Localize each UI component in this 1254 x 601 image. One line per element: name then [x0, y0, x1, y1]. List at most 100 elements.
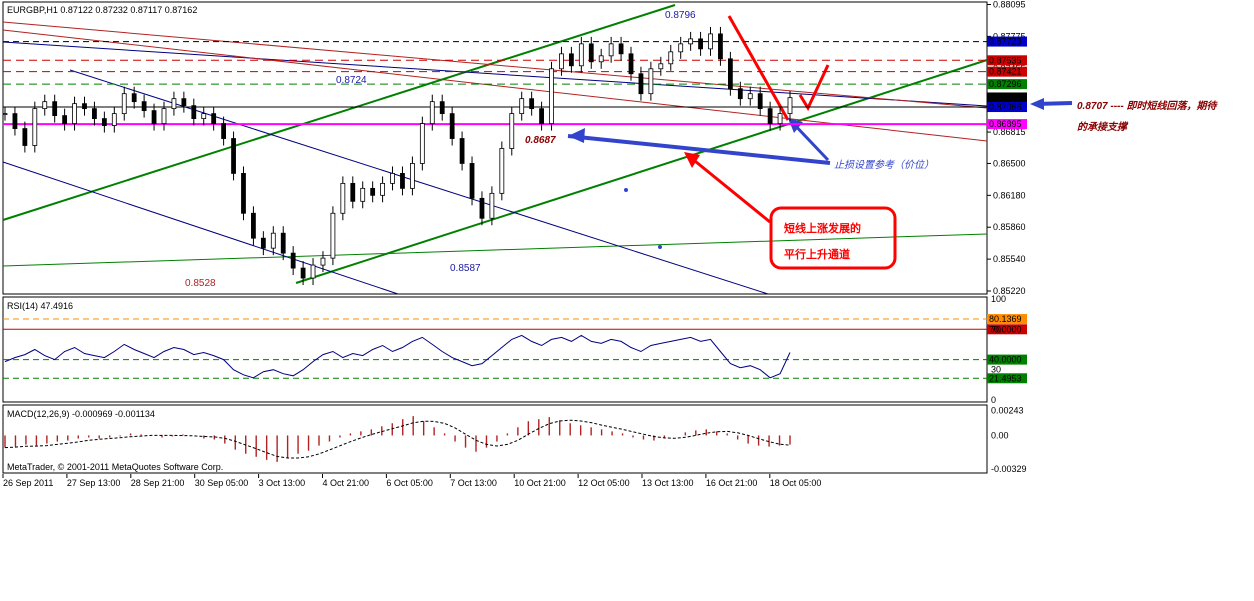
- time-tick-label: 30 Sep 05:00: [195, 478, 249, 488]
- candle-body: [449, 113, 455, 139]
- candle-body: [270, 232, 276, 249]
- candle-body: [618, 43, 624, 55]
- channel-callout-line1: 短线上涨发展的: [784, 221, 861, 235]
- channel-callout-line2: 平行上升通道: [784, 247, 850, 261]
- candle-body: [360, 187, 366, 202]
- macd-tick-label: 0.00: [991, 430, 1009, 440]
- time-tick-label: 4 Oct 21:00: [323, 478, 370, 488]
- time-tick-label: 3 Oct 13:00: [259, 478, 306, 488]
- candle-body: [400, 173, 405, 189]
- candle-body: [141, 101, 147, 112]
- symbol-header: EURGBP,H1 0.87122 0.87232 0.87117 0.8716…: [7, 5, 197, 15]
- candle-body: [489, 192, 495, 219]
- candle-body: [559, 53, 564, 70]
- candle-body: [658, 63, 664, 70]
- blue-dot-2: [658, 245, 662, 249]
- label-0.8796: 0.8796: [665, 10, 696, 21]
- time-tick-label: 7 Oct 13:00: [450, 478, 497, 488]
- candle-body: [598, 55, 604, 63]
- support-arrow-head: [1030, 98, 1044, 110]
- candle-body: [509, 113, 515, 149]
- candle-body: [42, 101, 48, 110]
- time-tick-label: 12 Oct 05:00: [578, 478, 630, 488]
- candle-body: [22, 128, 28, 146]
- support-annotation-line1: 0.8707 ---- 即时短线回落，期待: [1077, 100, 1218, 112]
- candle-body: [757, 93, 763, 110]
- candle-body: [419, 123, 425, 164]
- price-tick-label: 0.85540: [993, 254, 1026, 264]
- candle-body: [181, 98, 187, 107]
- candle-body: [429, 101, 435, 124]
- time-tick-label: 28 Sep 21:00: [131, 478, 185, 488]
- candle-body: [608, 43, 614, 57]
- copyright-text: MetaTrader, © 2001-2011 MetaQuotes Softw…: [7, 462, 223, 472]
- candle-body: [370, 187, 376, 196]
- candle-body: [479, 197, 485, 219]
- time-tick-label: 10 Oct 21:00: [514, 478, 566, 488]
- price-box-label: 0.87535: [989, 55, 1022, 65]
- candle-body: [410, 163, 415, 189]
- candle-body: [340, 182, 346, 214]
- candle-body: [131, 93, 137, 103]
- candle-body: [469, 163, 475, 199]
- candle-body: [737, 88, 743, 100]
- candle-body: [539, 108, 544, 124]
- candle-body: [499, 148, 505, 194]
- price-box-label: 0.87162: [989, 92, 1022, 102]
- candle-body: [568, 53, 574, 67]
- candle-body: [767, 108, 773, 124]
- candle-body: [459, 138, 465, 164]
- candle-body: [698, 38, 703, 50]
- price-boxes: 0.87723 0.87535 0.87421 0.87296 0.871620.870…: [987, 36, 1027, 130]
- candle-body: [588, 43, 594, 63]
- stop-loss-note: 止损设置参考（价位）: [834, 159, 934, 171]
- candle-body: [32, 108, 38, 146]
- candle-body: [668, 51, 674, 65]
- eurgbp-h1-chart: 0.880950.877750.874550.871300.868150.865…: [2, 0, 1218, 488]
- time-tick-label: 18 Oct 05:00: [770, 478, 822, 488]
- candle-body: [439, 101, 445, 115]
- candle-body: [638, 73, 644, 95]
- candle-body: [221, 123, 227, 139]
- candle-body: [310, 264, 316, 279]
- rsi-header: RSI(14) 47.4916: [7, 301, 73, 311]
- price-box-label: 0.86895: [989, 119, 1022, 129]
- candle-body: [52, 101, 58, 117]
- candle-body: [787, 97, 793, 115]
- candle-body: [380, 182, 385, 196]
- candle-body: [648, 68, 654, 95]
- candle-body: [72, 103, 77, 124]
- candle-body: [251, 212, 256, 239]
- candle-body: [12, 113, 18, 129]
- candle-body: [529, 98, 535, 110]
- candle-body: [171, 98, 177, 110]
- support-annotation-line2: 的承接支撑: [1077, 121, 1129, 133]
- candle-body: [708, 33, 713, 50]
- price-tick-label: 0.88095: [993, 0, 1026, 9]
- candle-body: [678, 43, 684, 53]
- label-0.8587: 0.8587: [450, 263, 481, 274]
- candle-body: [241, 173, 246, 214]
- price-tick-label: 0.86180: [993, 190, 1026, 200]
- rsi-box-label: 21.4953: [989, 373, 1022, 383]
- candle-body: [628, 53, 634, 75]
- price-box-label: 0.87421: [989, 67, 1022, 77]
- price-box-label: 0.87066: [989, 102, 1022, 112]
- candle-body: [2, 113, 8, 116]
- price-box-label: 0.87723: [989, 37, 1022, 47]
- candle-body: [549, 68, 554, 124]
- macd-header: MACD(12,26,9) -0.000969 -0.001134: [7, 409, 155, 419]
- rsi-box-label: 80.1369: [989, 314, 1022, 324]
- time-tick-label: 26 Sep 2011: [3, 478, 53, 488]
- candle-body: [777, 113, 783, 124]
- candle-body: [161, 108, 167, 124]
- price-box-label: 0.87296: [989, 79, 1022, 89]
- macd-tick-label: 0.00243: [991, 406, 1024, 416]
- candle-body: [688, 38, 694, 45]
- price-tick-label: 0.85860: [993, 222, 1026, 232]
- blue-dot-1: [624, 188, 628, 192]
- candle-body: [390, 173, 395, 184]
- candle-body: [231, 138, 236, 174]
- rsi-box-label: 40.0000: [989, 355, 1022, 365]
- price-tick-label: 0.86500: [993, 158, 1026, 168]
